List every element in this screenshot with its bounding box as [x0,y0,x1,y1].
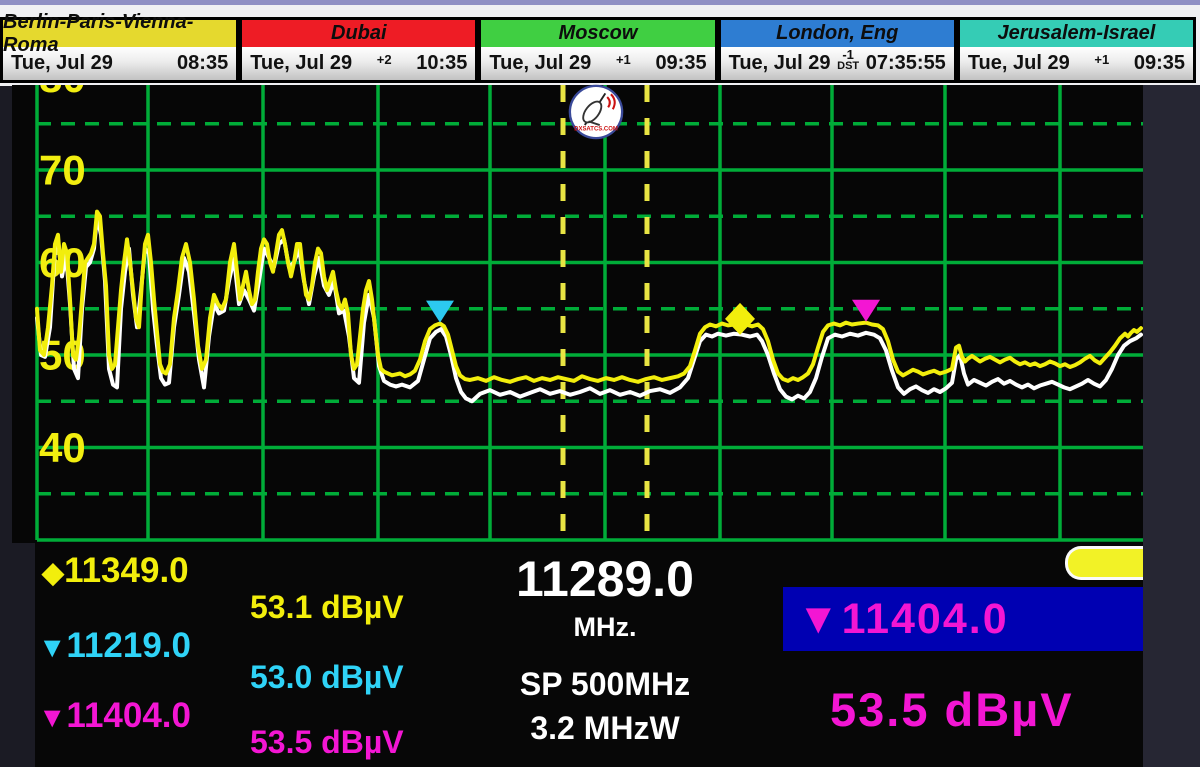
clock-offset: +2 [377,53,392,66]
clock-time: 07:35:55 [866,52,946,75]
clock-date: Tue, Jul 29 [489,52,591,75]
clock-city-label: Jerusalem-Israel [960,20,1193,47]
clock-panel-dubai[interactable]: Dubai Tue, Jul 29 +2 10:35 [239,17,478,83]
clock-time: 08:35 [177,52,228,75]
marker1-frequency: ◆11349.0 [42,551,189,591]
clock-city-label: London, Eng [721,20,954,47]
clock-time-row: Tue, Jul 29 +1 09:35 [960,47,1193,80]
marker3-level: 53.5 dBµV [250,724,404,761]
marker2-frequency: ▼11219.0 [38,626,191,666]
clock-offset: +1 [616,53,631,66]
spectrum-plot: 8070605040 [12,85,1143,543]
world-clock-bar: Berlin-Paris-Vienna-Roma Tue, Jul 29 08:… [0,17,1196,83]
clock-time-row: Tue, Jul 29 -1DST 07:35:55 [721,47,954,80]
clock-date: Tue, Jul 29 [11,52,113,75]
triangle-marker-icon: ▼ [797,595,842,643]
spectrum-chart: 8070605040 [12,85,1143,543]
svg-text:70: 70 [39,147,86,194]
satellite-dish-icon: DXSATCS.COM [568,84,624,140]
active-marker-level: 53.5 dBµV [830,682,1074,737]
clock-panel-berlin[interactable]: Berlin-Paris-Vienna-Roma Tue, Jul 29 08:… [0,17,239,83]
clock-offset: +1 [1094,53,1109,66]
svg-text:40: 40 [39,424,86,471]
center-frequency-value: 11289.0 [450,550,760,608]
clock-time-row: Tue, Jul 29 +2 10:35 [242,47,475,80]
clock-time-row: Tue, Jul 29 +1 09:35 [481,47,714,80]
span-readout: SP 500MHz [450,666,760,703]
bandwidth-readout: 3.2 MHzW [450,710,760,747]
svg-text:DXSATCS.COM: DXSATCS.COM [574,127,618,133]
clock-time: 10:35 [416,52,467,75]
dxsatcs-logo: DXSATCS.COM [568,84,624,140]
clock-date: Tue, Jul 29 [729,52,831,75]
clock-offset: -1DST [837,48,859,72]
clock-time: 09:35 [1134,52,1185,75]
spectrum-analyzer-screen: Berlin-Paris-Vienna-Roma Tue, Jul 29 08:… [0,0,1200,767]
clock-panel-moscow[interactable]: Moscow Tue, Jul 29 +1 09:35 [478,17,717,83]
diamond-marker-icon: ◆ [42,557,64,589]
clock-city-label: Dubai [242,20,475,47]
right-edge-strip [1143,85,1200,767]
active-marker-frequency: ▼11404.0 [783,595,1009,644]
clock-date: Tue, Jul 29 [968,52,1070,75]
triangle-marker-icon: ▼ [38,632,66,664]
clock-panel-jerusalem[interactable]: Jerusalem-Israel Tue, Jul 29 +1 09:35 [957,17,1196,83]
marker2-level: 53.0 dBµV [250,659,404,696]
triangle-marker-icon: ▼ [38,702,66,734]
marker3-frequency: ▼11404.0 [38,696,191,736]
active-marker-box: ▼11404.0 [783,587,1143,651]
clock-city-label: Berlin-Paris-Vienna-Roma [3,20,236,47]
marker1-level: 53.1 dBµV [250,589,404,626]
center-frequency-unit: MHz. [450,612,760,643]
clock-city-label: Moscow [481,20,714,47]
clock-panel-london[interactable]: London, Eng Tue, Jul 29 -1DST 07:35:55 [718,17,957,83]
clock-date: Tue, Jul 29 [250,52,352,75]
svg-text:80: 80 [39,85,86,101]
clock-time: 09:35 [655,52,706,75]
yellow-indicator-pill[interactable] [1065,546,1148,580]
